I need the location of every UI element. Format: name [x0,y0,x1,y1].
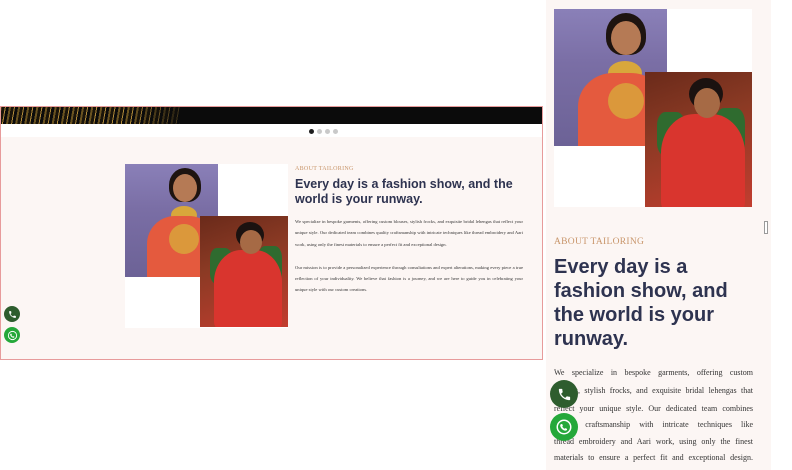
saree-shape-2 [214,250,282,327]
mobile-para-line-4: quality craftsmanship with intricate tec… [554,420,753,429]
about-paragraph-1: We specialize in bespoke garments, offer… [295,219,523,247]
mobile-whatsapp-button[interactable] [550,413,578,441]
mobile-para-line-5: thread embroidery and Aari work, using o… [554,437,753,446]
face-shape [173,174,197,202]
mobile-about-heading: Every day is a fashion show, and the wor… [554,256,728,350]
mobile-model-photo-2 [645,72,752,207]
slider-dots [309,129,338,134]
face-shape-2 [240,230,262,254]
face-shape-2 [694,88,720,118]
about-heading: Every day is a fashion show, and the wor… [295,177,513,206]
scrollbar-handle[interactable] [764,221,768,234]
mobile-para-line-2: blouses, stylish frocks, and exquisite b… [554,386,753,395]
slider-dot-1[interactable] [309,129,314,134]
slider-dot-4[interactable] [333,129,338,134]
whatsapp-button[interactable] [4,327,20,343]
about-eyebrow: ABOUT TAILORING [295,166,354,172]
phone-icon [8,310,16,318]
mobile-para-line-3: reflect your unique style. Our dedicated… [554,404,753,413]
saree-shape-2 [661,114,745,207]
slider-dot-3[interactable] [325,129,330,134]
model-photo-2 [200,216,288,327]
mobile-para-line-1: We specialize in bespoke garments, offer… [554,368,753,377]
mobile-para-line-6: materials to ensure a perfect fit and ex… [554,453,753,462]
whatsapp-icon [556,419,572,435]
banner-fade [130,106,200,124]
phone-icon [558,388,570,400]
call-button[interactable] [4,306,20,322]
whatsapp-icon [7,330,17,340]
mobile-about-eyebrow: ABOUT TAILORING [554,237,645,247]
face-shape [611,21,641,55]
mobile-preview: ABOUT TAILORING Every day is a fashion s… [546,0,771,470]
jewelry-shape [169,224,199,254]
jewelry-shape [608,83,644,119]
about-paragraph-2: Our mission is to provide a personalized… [295,265,523,292]
mobile-call-button[interactable] [550,380,578,408]
slider-dot-2[interactable] [317,129,322,134]
desktop-preview: ABOUT TAILORING Every day is a fashion s… [0,0,543,470]
hero-banner-image [0,106,542,124]
